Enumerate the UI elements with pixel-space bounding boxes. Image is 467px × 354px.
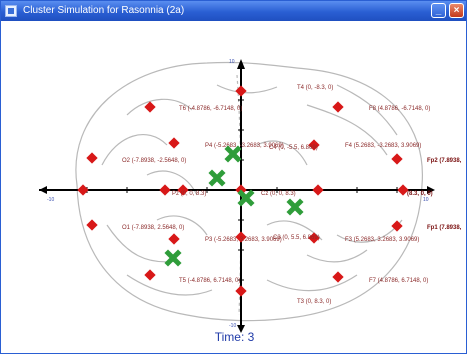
electrode-label: Pz (0, 0, 8.3)	[172, 191, 206, 197]
electrode-label: Cz (0, 0, 8.3)	[261, 191, 296, 197]
close-button[interactable]: ×	[449, 3, 464, 18]
electrode-marker[interactable]	[159, 184, 171, 196]
electrode-label: C4 (0, -5.5, 6.869)	[269, 145, 318, 151]
cluster-markers	[164, 145, 304, 267]
x-tick-min: -10	[47, 197, 54, 203]
electrode-label: T6 (-4.8786, -6.7148, 0)	[179, 106, 242, 112]
electrode-marker[interactable]	[168, 137, 180, 149]
electrode-marker[interactable]	[332, 271, 344, 283]
electrode-marker[interactable]	[235, 85, 247, 97]
simulation-window: Cluster Simulation for Rasonnia (2a) _ ×	[0, 0, 467, 354]
electrode-label: C3 (0, 5.5, 6.869)	[273, 235, 320, 241]
brain-plot: -10 10 10 -10 T4 (0, -8.3, 0) T6 (-4.878…	[39, 59, 462, 333]
electrode-label: T5 (-4.8786, 6.7148, 0)	[179, 278, 240, 284]
electrode-label: P3 (-5.2683, 3.2683, 3.9069)	[205, 237, 282, 243]
electrode-label: Fp1 (7.8938,	[427, 225, 462, 231]
minimize-button[interactable]: _	[431, 3, 446, 18]
electrode-marker[interactable]	[144, 269, 156, 281]
electrode-label: F3 (5.2683, 3.2683, 3.9069)	[345, 237, 419, 243]
time-label: Time: 3	[214, 330, 255, 344]
electrode-label: O2 (-7.8938, -2.5648, 0)	[122, 158, 186, 164]
app-icon	[5, 5, 17, 17]
electrode-marker[interactable]	[235, 285, 247, 297]
cluster-marker[interactable]	[286, 198, 304, 216]
electrode-label: (8.3, 0, 0)	[407, 191, 433, 197]
electrode-marker[interactable]	[77, 184, 89, 196]
electrode-label: T4 (0, -8.3, 0)	[297, 85, 333, 91]
electrode-label: O1 (-7.8938, 2.5648, 0)	[122, 225, 184, 231]
title-bar[interactable]: Cluster Simulation for Rasonnia (2a) _ ×	[1, 1, 466, 21]
cluster-marker[interactable]	[164, 249, 182, 267]
electrode-marker[interactable]	[86, 219, 98, 231]
cluster-marker[interactable]	[224, 145, 242, 163]
electrode-labels: T4 (0, -8.3, 0) T6 (-4.8786, -6.7148, 0)…	[122, 85, 462, 305]
window-title: Cluster Simulation for Rasonnia (2a)	[23, 5, 185, 16]
electrode-marker[interactable]	[86, 152, 98, 164]
electrode-label: F8 (4.8786, -6.7148, 0)	[369, 106, 430, 112]
x-axis-arrow-left	[39, 186, 47, 194]
electrode-label: F4 (5.2683, -3.2683, 3.9069)	[345, 143, 421, 149]
electrode-marker[interactable]	[391, 153, 403, 165]
cluster-marker[interactable]	[237, 189, 255, 207]
electrode-marker[interactable]	[168, 233, 180, 245]
electrode-marker[interactable]	[312, 184, 324, 196]
y-axis-arrow	[237, 59, 245, 69]
cluster-marker[interactable]	[208, 169, 226, 187]
electrode-label: T3 (0, 8.3, 0)	[297, 299, 331, 305]
y-tick-min: -10	[229, 323, 236, 329]
electrode-label: F7 (4.8786, 6.7148, 0)	[369, 278, 428, 284]
electrode-marker[interactable]	[332, 101, 344, 113]
y-tick-max: 10	[229, 59, 235, 65]
simulation-canvas: -10 10 10 -10 T4 (0, -8.3, 0) T6 (-4.878…	[7, 25, 462, 351]
electrode-label: Fp2 (7.8938,	[427, 158, 462, 164]
x-tick-max: 10	[423, 197, 429, 203]
